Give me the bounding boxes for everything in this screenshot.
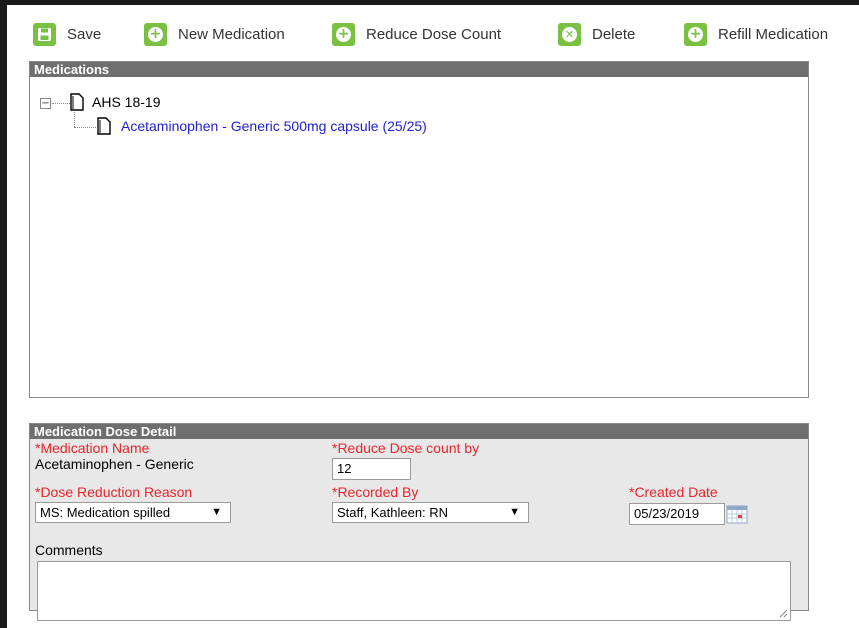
- refill-medication-button[interactable]: + Refill Medication: [684, 21, 828, 47]
- toolbar: Save + New Medication + Reduce Dose Coun…: [7, 5, 859, 60]
- new-medication-button-label: New Medication: [178, 25, 285, 43]
- recorded-by-value: Staff, Kathleen: RN: [337, 505, 449, 520]
- tree-connector: [52, 103, 70, 104]
- tree-collapse-toggle[interactable]: −: [40, 98, 51, 109]
- plus-icon: +: [684, 22, 707, 46]
- reduce-dose-count-input[interactable]: 12: [332, 458, 411, 480]
- reduce-dose-count-label: *Reduce Dose count by: [332, 440, 480, 456]
- document-icon: [70, 93, 84, 111]
- recorded-by-label: *Recorded By: [332, 484, 419, 500]
- detail-panel-header: Medication Dose Detail: [30, 424, 808, 439]
- plus-icon: +: [144, 22, 167, 46]
- medication-tree-item[interactable]: Acetaminophen - Generic 500mg capsule (2…: [121, 118, 427, 134]
- x-icon: ✕: [558, 22, 581, 46]
- window-frame-left: [0, 0, 7, 628]
- dropdown-arrow-icon: ▼: [509, 506, 520, 518]
- tree-connector: [74, 112, 75, 127]
- recorded-by-select[interactable]: Staff, Kathleen: RN ▼: [332, 502, 529, 523]
- created-date-input[interactable]: 05/23/2019: [629, 503, 725, 525]
- medication-tree: − AHS 18-19 Acetaminophen - Generic 500m…: [30, 77, 808, 397]
- medication-name-value: Acetaminophen - Generic: [35, 456, 194, 472]
- comments-label: Comments: [35, 542, 103, 558]
- save-button-label: Save: [67, 25, 102, 43]
- reduce-dose-count-button-label: Reduce Dose Count: [366, 25, 502, 43]
- document-icon: [97, 117, 111, 135]
- medications-panel-header: Medications: [30, 62, 808, 77]
- reduce-dose-count-button[interactable]: + Reduce Dose Count: [332, 21, 501, 47]
- tree-connector: [74, 127, 96, 128]
- comments-textarea[interactable]: [37, 561, 791, 621]
- created-date-label: *Created Date: [629, 484, 718, 500]
- medications-panel: Medications − AHS 18-19 Acetaminophen - …: [29, 61, 809, 398]
- new-medication-button[interactable]: + New Medication: [144, 21, 285, 47]
- dose-reduction-reason-label: *Dose Reduction Reason: [35, 484, 193, 500]
- refill-medication-button-label: Refill Medication: [718, 25, 829, 43]
- delete-button[interactable]: ✕ Delete: [558, 21, 635, 47]
- dose-reduction-reason-value: MS: Medication spilled: [40, 505, 171, 520]
- plus-icon: +: [332, 22, 355, 46]
- tree-root-label[interactable]: AHS 18-19: [92, 94, 160, 110]
- save-button[interactable]: Save: [33, 21, 101, 47]
- medication-dose-detail-panel: Medication Dose Detail *Medication Name …: [29, 423, 809, 621]
- delete-button-label: Delete: [592, 25, 636, 43]
- save-icon: [33, 22, 56, 46]
- calendar-icon[interactable]: [726, 504, 748, 524]
- resize-grip-icon[interactable]: [778, 608, 788, 618]
- medication-name-label: *Medication Name: [35, 440, 150, 456]
- dose-reduction-reason-select[interactable]: MS: Medication spilled ▼: [35, 502, 231, 523]
- dropdown-arrow-icon: ▼: [211, 506, 222, 518]
